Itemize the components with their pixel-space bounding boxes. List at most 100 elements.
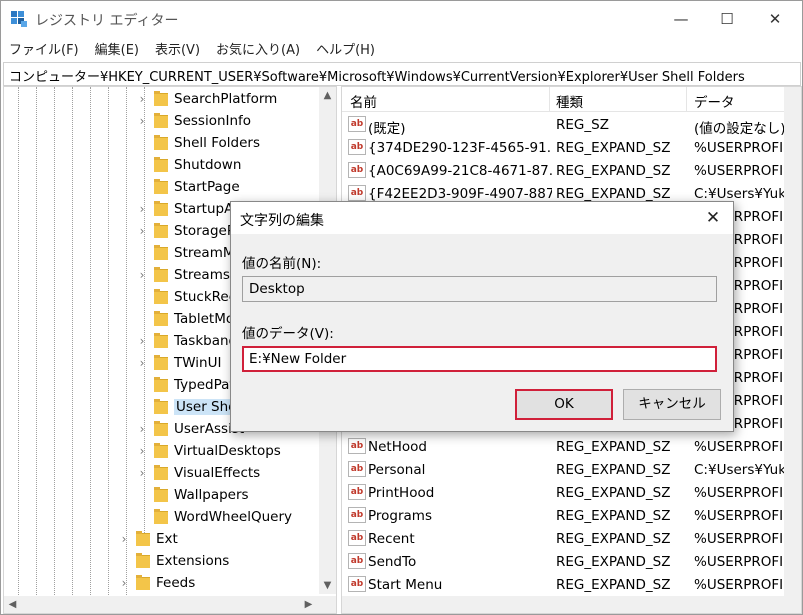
ok-button[interactable]: OK [515, 389, 613, 420]
folder-icon [154, 179, 168, 194]
expand-chevron-icon[interactable]: › [118, 576, 130, 590]
expand-chevron-icon[interactable]: › [136, 422, 148, 436]
column-separator[interactable] [686, 87, 687, 111]
expand-chevron-icon[interactable]: › [118, 532, 130, 546]
tree-item[interactable]: Shell Folders [4, 133, 318, 155]
tree-item[interactable]: StartPage [4, 177, 318, 199]
expand-chevron-icon[interactable]: › [136, 444, 148, 458]
value-row[interactable]: abPrograms REG_EXPAND_SZ %USERPROFILE% [342, 504, 786, 527]
folder-icon [154, 487, 168, 502]
value-data: %USERPROFILE% [694, 163, 786, 179]
menu-favorites[interactable]: お気に入り(A) [208, 37, 308, 59]
edit-string-dialog: 文字列の編集 ✕ 値の名前(N): Desktop 値のデータ(V): E:¥N… [230, 201, 734, 432]
column-separator[interactable] [549, 87, 550, 111]
value-row[interactable]: abPrintHood REG_EXPAND_SZ %USERPROFILE% [342, 481, 786, 504]
value-data-input[interactable]: E:¥New Folder [242, 346, 717, 372]
value-data: C:¥Users¥Yuki [694, 462, 786, 478]
value-data: %USERPROFILE% [694, 485, 786, 501]
folder-icon [154, 311, 168, 326]
tree-item[interactable]: › VirtualDesktops [4, 441, 318, 463]
minimize-button[interactable]: — [658, 1, 704, 37]
tree-item[interactable]: › Ext [4, 529, 318, 551]
scroll-left-icon[interactable]: ◀ [4, 596, 21, 613]
value-type: REG_EXPAND_SZ [556, 186, 671, 202]
tree-item[interactable]: › SessionInfo [4, 111, 318, 133]
tree-item-label: SearchPlatform [174, 91, 278, 107]
list-horizontal-scrollbar[interactable] [342, 596, 801, 613]
maximize-icon: ☐ [720, 10, 734, 28]
folder-icon [154, 377, 168, 392]
value-row[interactable]: ab Personal REG_EXPAND_SZ C:¥Users¥Yuki [342, 458, 786, 481]
expand-chevron-icon[interactable]: › [136, 356, 148, 370]
string-value-icon: ab [348, 162, 366, 178]
folder-icon [154, 223, 168, 238]
tree-item-label: Shell Folders [174, 135, 260, 151]
expand-chevron-icon[interactable]: › [136, 466, 148, 480]
folder-icon [154, 443, 168, 458]
registry-editor-window: レジストリ エディター — ☐ ✕ ファイル(F) 編集(E) 表示(V) お気… [0, 0, 803, 615]
tree-horizontal-scrollbar[interactable]: ◀ ▶ [4, 596, 336, 613]
expand-chevron-icon[interactable]: › [136, 334, 148, 348]
value-name: {F42EE2D3-909F-4907-887... [368, 186, 552, 202]
close-button[interactable]: ✕ [752, 1, 798, 37]
scroll-down-icon[interactable]: ▼ [319, 577, 336, 594]
address-path: コンピューター¥HKEY_CURRENT_USER¥Software¥Micro… [9, 70, 745, 85]
value-row[interactable]: ab {374DE290-123F-4565-91... REG_EXPAND_SZ… [342, 136, 786, 159]
value-name: Recent [368, 531, 415, 547]
string-value-icon: ab [348, 507, 366, 523]
folder-icon [154, 289, 168, 304]
value-name: Start Menu [368, 577, 443, 593]
value-data: %USERPROFILE% [694, 577, 786, 593]
scroll-right-icon[interactable]: ▶ [300, 596, 317, 613]
value-data: %USERPROFILE% [694, 554, 786, 570]
expand-chevron-icon[interactable]: › [136, 202, 148, 216]
value-row[interactable]: abRecent REG_EXPAND_SZ %USERPROFILE% [342, 527, 786, 550]
maximize-button[interactable]: ☐ [704, 1, 750, 37]
folder-icon [154, 245, 168, 260]
expand-chevron-icon[interactable]: › [136, 268, 148, 282]
column-header-data[interactable]: データ [694, 91, 735, 111]
value-row[interactable]: ab (既定) REG_SZ (値の設定なし) [342, 113, 786, 137]
cancel-button[interactable]: キャンセル [623, 389, 721, 420]
menu-edit[interactable]: 編集(E) [87, 37, 147, 59]
value-row[interactable]: ab {A0C69A99-21C8-4671-87... REG_EXPAND_SZ… [342, 159, 786, 182]
menu-help[interactable]: ヘルプ(H) [308, 37, 383, 59]
list-vertical-scrollbar[interactable] [784, 87, 801, 596]
dialog-title-bar: 文字列の編集 ✕ [231, 202, 733, 234]
value-type: REG_EXPAND_SZ [556, 554, 671, 570]
tree-item[interactable]: › Feeds [4, 573, 318, 595]
tree-item[interactable]: Shutdown [4, 155, 318, 177]
folder-icon [154, 509, 168, 524]
tree-item[interactable]: WordWheelQuery [4, 507, 318, 529]
expand-chevron-icon[interactable]: › [136, 92, 148, 106]
title-bar: レジストリ エディター — ☐ ✕ [1, 1, 802, 37]
column-header-type[interactable]: 種類 [556, 91, 583, 111]
tree-item[interactable]: Extensions [4, 551, 318, 573]
tree-item-label: WordWheelQuery [174, 509, 292, 525]
tree-item-label: StartPage [174, 179, 240, 195]
string-value-icon: ab [348, 484, 366, 500]
tree-item[interactable]: Wallpapers [4, 485, 318, 507]
value-row[interactable]: abNetHood REG_EXPAND_SZ %USERPROFILE% [342, 435, 786, 458]
tree-item-label: VirtualDesktops [174, 443, 281, 459]
value-data: (値の設定なし) [694, 121, 786, 137]
menu-file[interactable]: ファイル(F) [1, 37, 87, 59]
scroll-up-icon[interactable]: ▲ [319, 87, 336, 104]
address-bar[interactable]: コンピューター¥HKEY_CURRENT_USER¥Software¥Micro… [3, 62, 801, 86]
menu-view[interactable]: 表示(V) [147, 37, 208, 59]
string-value-icon: ab [348, 438, 366, 454]
tree-item-label: Extensions [156, 553, 230, 569]
column-header-name[interactable]: 名前 [350, 91, 377, 111]
tree-item[interactable]: › SearchPlatform [4, 89, 318, 111]
value-row[interactable]: abStart Menu REG_EXPAND_SZ %USERPROFILE% [342, 573, 786, 596]
value-type: REG_EXPAND_SZ [556, 508, 671, 524]
expand-chevron-icon[interactable]: › [136, 224, 148, 238]
value-row[interactable]: abSendTo REG_EXPAND_SZ %USERPROFILE% [342, 550, 786, 573]
folder-icon [136, 553, 150, 568]
value-type: REG_EXPAND_SZ [556, 140, 671, 156]
dialog-close-icon[interactable]: ✕ [699, 204, 727, 232]
value-type: REG_EXPAND_SZ [556, 462, 671, 478]
tree-item[interactable]: › VisualEffects [4, 463, 318, 485]
expand-chevron-icon[interactable]: › [136, 114, 148, 128]
tree-item-label: Feeds [156, 575, 196, 591]
